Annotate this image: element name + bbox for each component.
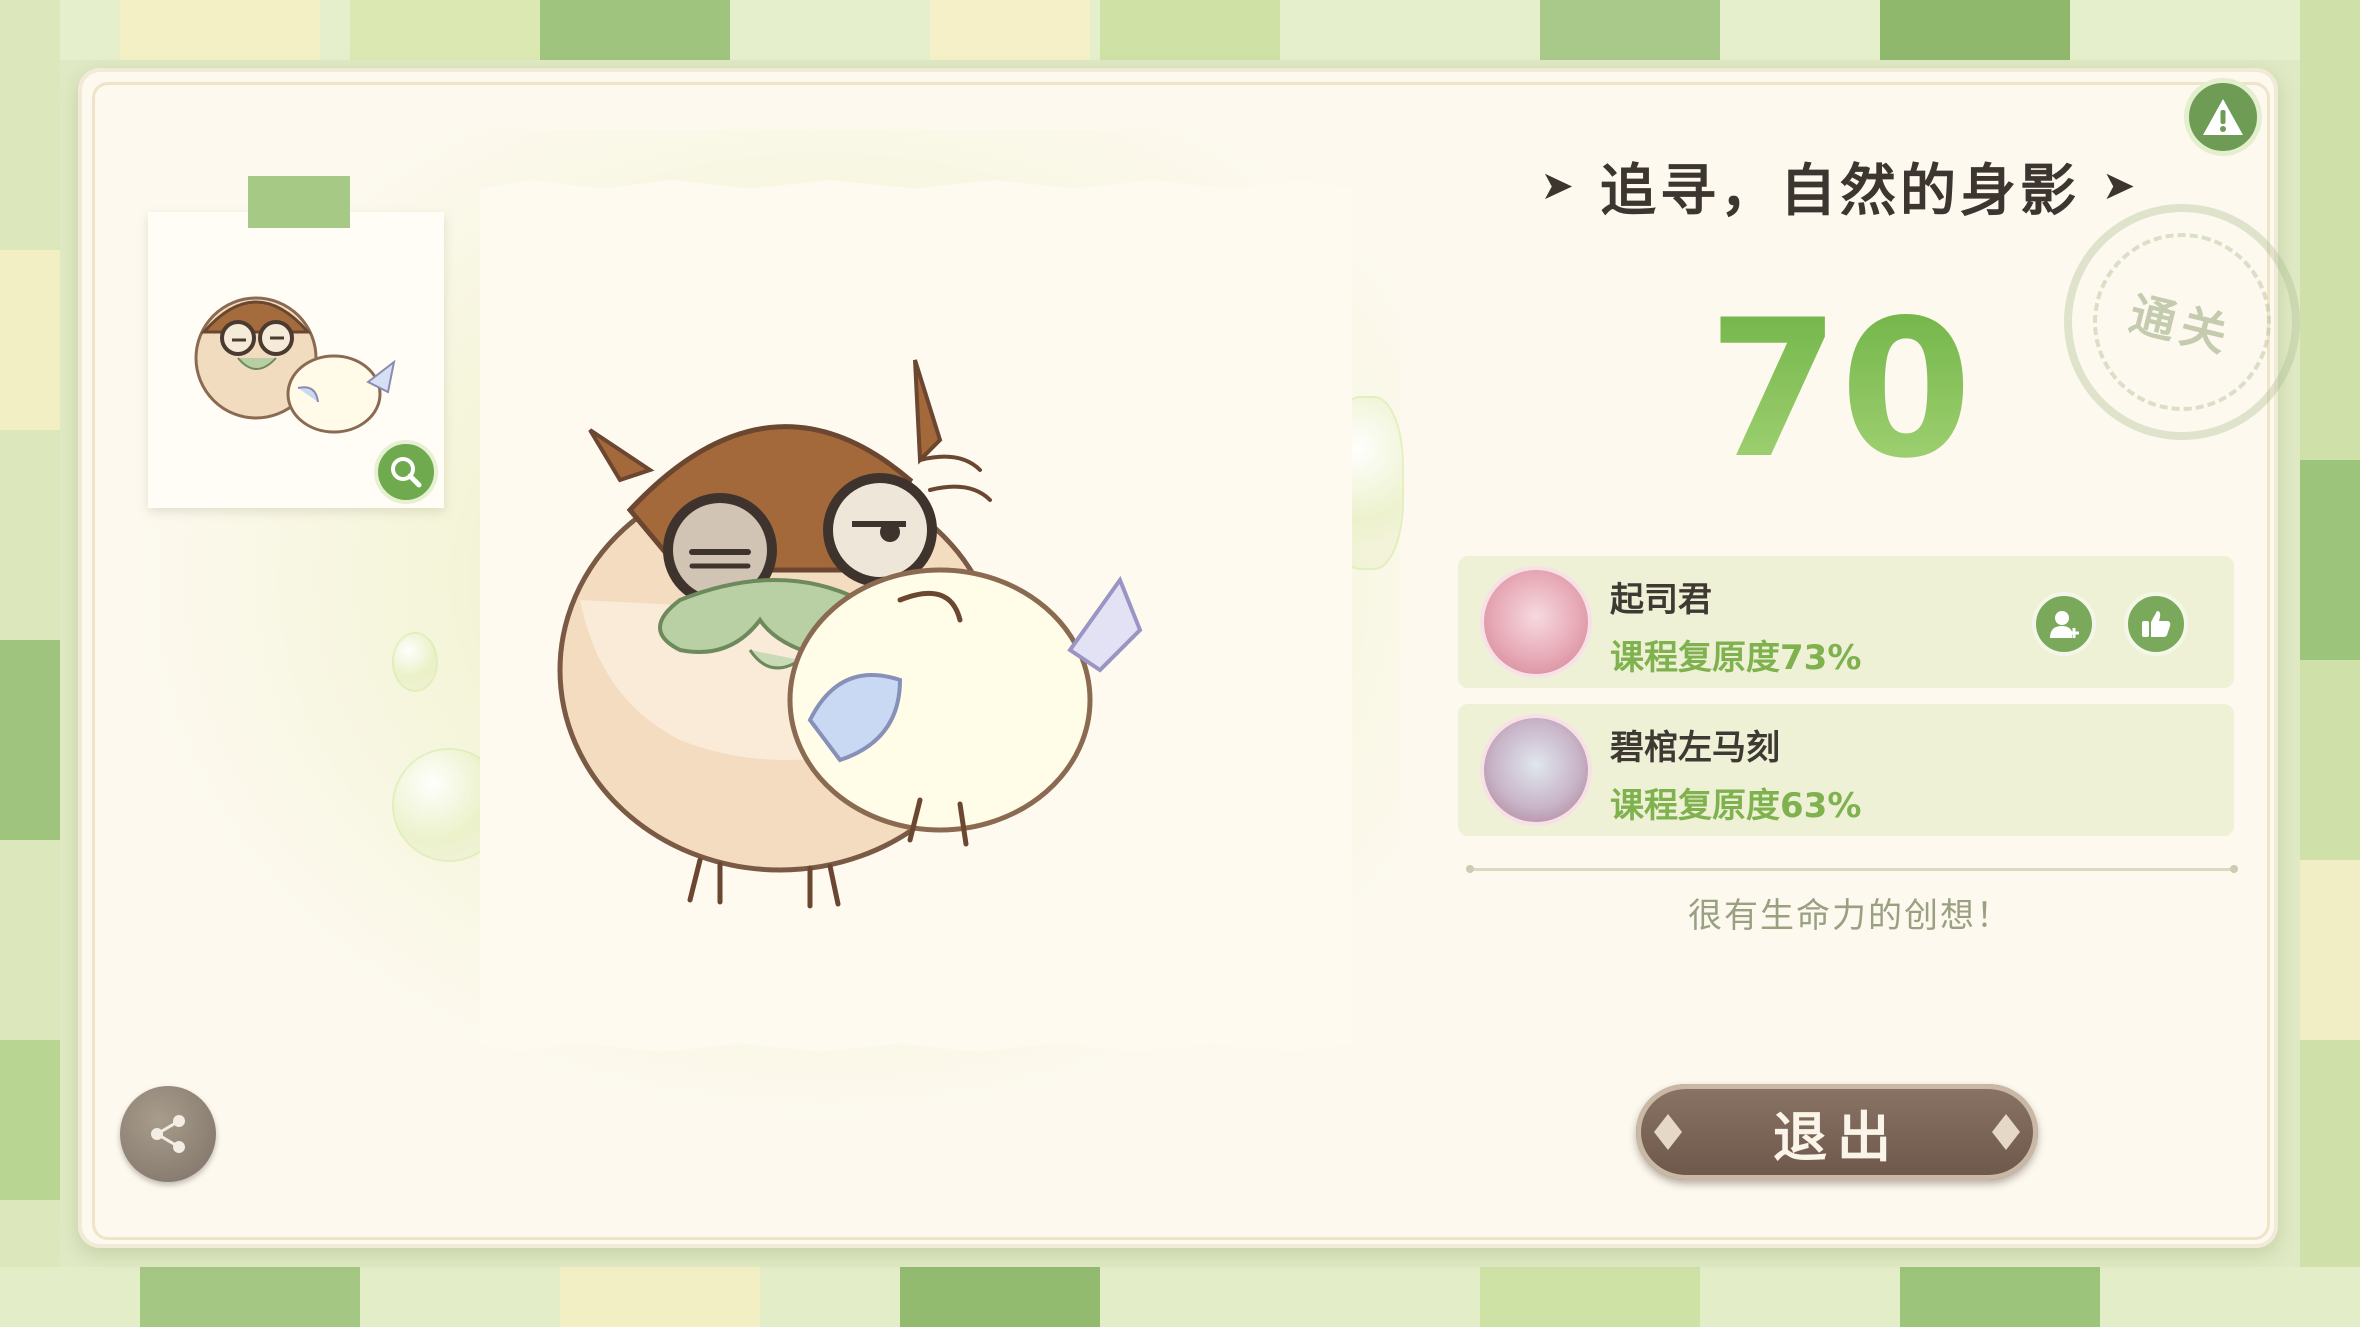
level-title-text: 追寻，自然的身影 [1600,158,2080,224]
zoom-button[interactable] [374,440,438,504]
player-similarity: 课程复原度73% [1610,638,1862,678]
result-comment: 很有生命力的创想！ [1688,896,2012,936]
like-button[interactable] [2124,592,2188,656]
share-icon [151,1115,185,1153]
add-friend-icon [2050,611,2079,638]
paper-plane-icon: ➤ [1540,163,1578,209]
exit-button[interactable]: 退出 [1636,1084,2038,1180]
player-name: 起司君 [1610,580,1712,620]
search-icon [391,457,422,488]
report-button[interactable] [2184,78,2262,156]
avatar[interactable] [1480,566,1592,678]
level-title: ➤ 追寻，自然的身影 ➤ [1530,146,2150,226]
thumbs-up-icon [2142,611,2171,637]
warning-icon [2203,99,2243,135]
owl-bird-drawing [557,359,1143,909]
clear-stamp-text: 通关 [2074,214,2290,430]
add-friend-button[interactable] [2032,592,2096,656]
bubble-decoration [392,632,438,692]
paper-plane-icon: ➤ [2102,163,2140,209]
score-value: 70 [1700,290,1980,490]
share-button[interactable] [120,1086,216,1182]
player-card: 碧棺左马刻 课程复原度63% [1458,704,2234,836]
exit-button-label: 退出 [1773,1105,1901,1169]
player-similarity: 课程复原度63% [1610,786,1862,826]
player-card: 起司君 课程复原度73% [1458,556,2234,688]
avatar[interactable] [1480,714,1592,826]
divider [1466,865,2238,873]
drawing-canvas [480,180,1352,1052]
player-name: 碧棺左马刻 [1610,728,1780,768]
tape-decoration [248,176,350,228]
